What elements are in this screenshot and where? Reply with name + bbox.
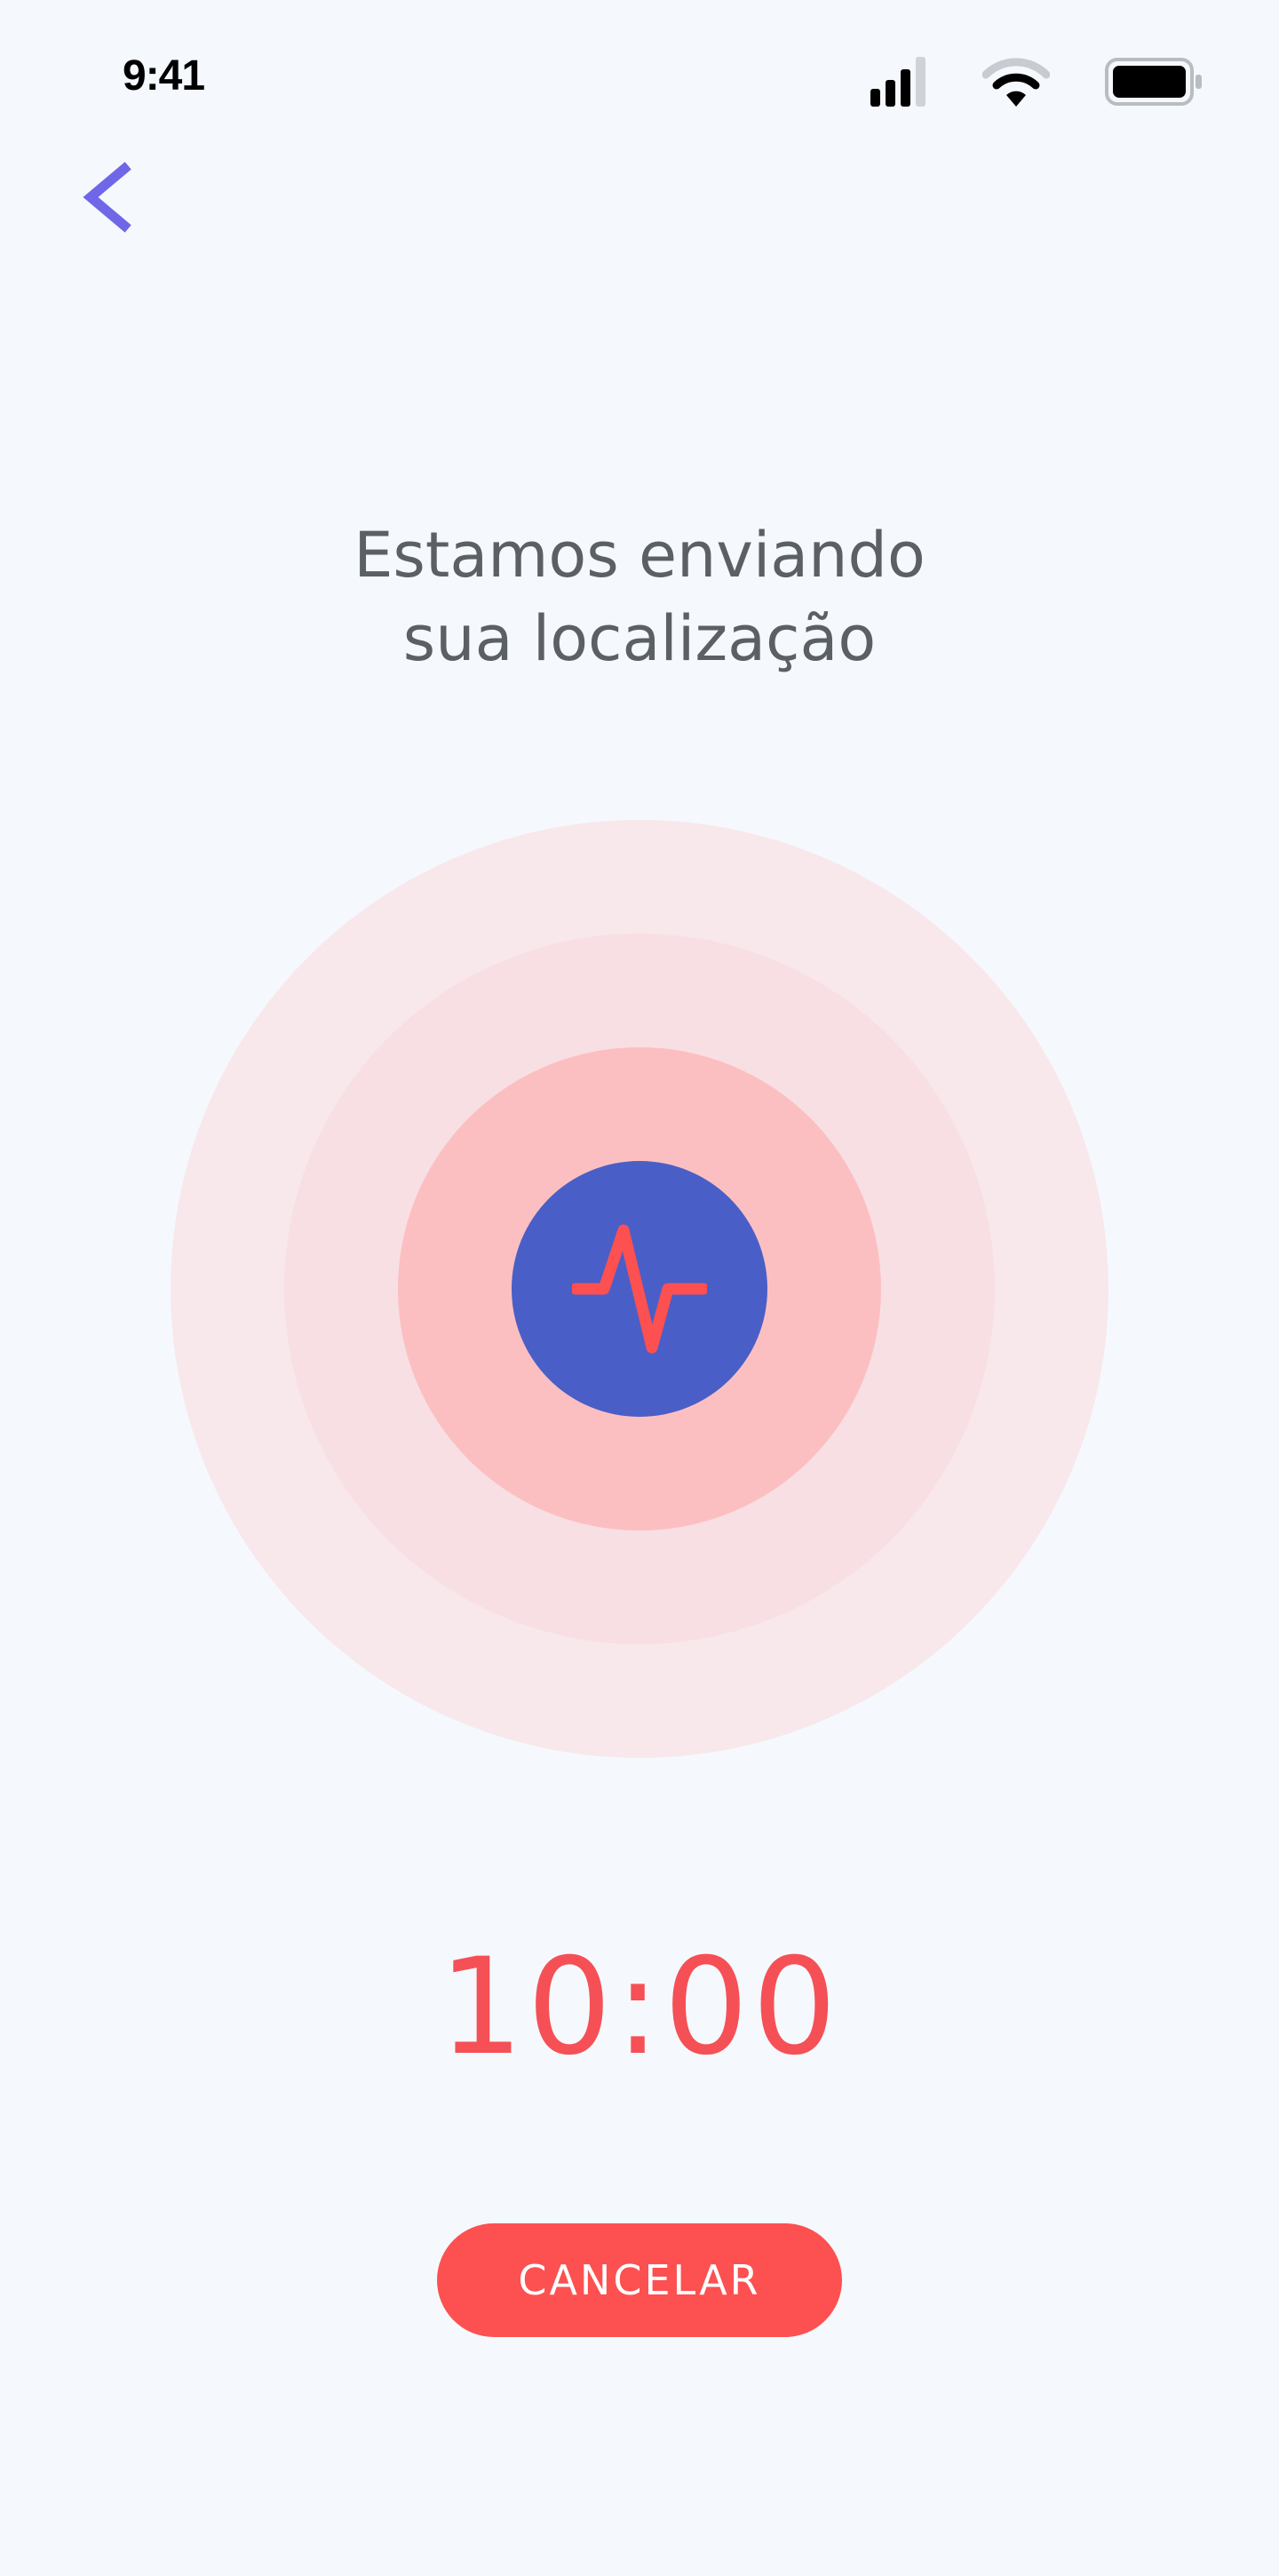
cancel-button[interactable]: CANCELAR (437, 2223, 842, 2337)
activity-icon (572, 1224, 707, 1354)
location-pulse (0, 0, 1279, 2576)
countdown-timer: 10:00 (438, 1930, 841, 2085)
